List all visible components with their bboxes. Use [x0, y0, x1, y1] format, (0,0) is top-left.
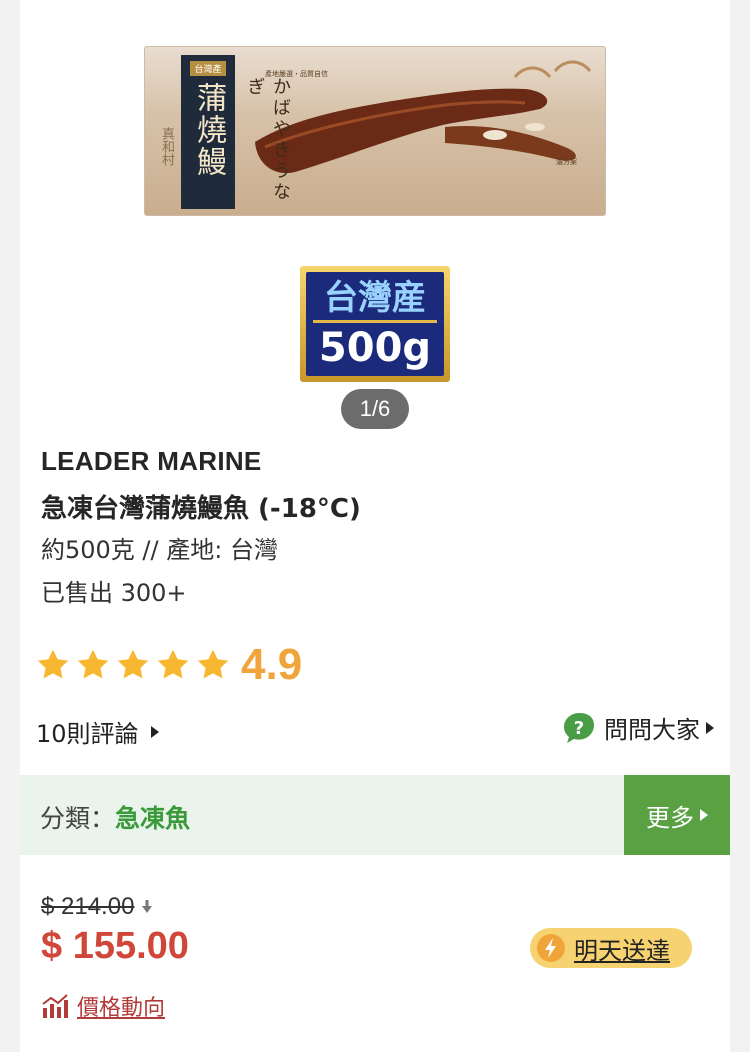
question-bubble-icon: ? — [564, 712, 594, 743]
bar-chart-icon — [42, 994, 68, 1018]
product-title: 急凍台灣蒲燒鰻魚 (-18°C) — [41, 494, 361, 524]
price-trend-link[interactable]: 價格動向 — [41, 990, 165, 1022]
package-title: 蒲燒鰻 — [191, 82, 226, 178]
category-label: 分類： — [40, 804, 116, 833]
caret-right-icon — [700, 809, 708, 821]
package-tag: 台灣產 — [190, 61, 226, 76]
star-icon — [157, 649, 189, 679]
rating-stars: 4.9 — [35, 640, 302, 690]
star-icon — [37, 649, 69, 679]
rating-value: 4.9 — [241, 640, 303, 689]
badge-inner: 台灣産 500g — [306, 272, 444, 376]
product-spec: 約500克 // 產地: 台灣 — [41, 536, 278, 564]
star-icon — [77, 649, 109, 679]
package-right-tag: 濃方案 — [556, 158, 577, 166]
product-card: 真和村 台灣產 蒲燒鰻 かばやきうなぎ 產地嚴選・品質自信 濃方案 台灣産 50… — [20, 0, 730, 1052]
package-label: 台灣產 蒲燒鰻 — [181, 55, 235, 209]
current-price: $ 155.00 — [41, 925, 189, 967]
package-side-text: 真和村 — [159, 127, 174, 166]
brand-name[interactable]: LEADER MARINE — [41, 446, 262, 477]
product-image[interactable]: 真和村 台灣產 蒲燒鰻 かばやきうなぎ 產地嚴選・品質自信 濃方案 — [144, 46, 606, 216]
package-top-tag: 產地嚴選・品質自信 — [265, 70, 328, 78]
origin-weight-badge: 台灣産 500g — [300, 266, 450, 382]
original-price-value: $ 214.00 — [41, 893, 135, 920]
reviews-label: 10則評論 — [36, 720, 139, 748]
star-icon — [117, 649, 149, 679]
delivery-label: 明天送達 — [574, 936, 670, 965]
lightning-icon — [537, 934, 565, 962]
badge-origin: 台灣産 — [324, 277, 426, 318]
more-label: 更多 — [646, 803, 694, 832]
category-text: 分類：急凍魚 — [40, 799, 190, 835]
down-arrow-icon — [142, 900, 153, 913]
star-icon — [197, 649, 229, 679]
category-value[interactable]: 急凍魚 — [115, 804, 190, 833]
svg-text:?: ? — [574, 718, 584, 739]
sold-count: 已售出 300+ — [41, 579, 187, 607]
badge-weight: 500g — [318, 324, 432, 371]
caret-right-icon — [706, 721, 714, 734]
delivery-badge[interactable]: 明天送達 — [530, 928, 692, 968]
original-price: $ 214.00 — [41, 893, 153, 921]
more-button[interactable]: 更多 — [624, 775, 730, 855]
ask-label: 問問大家 — [604, 716, 700, 744]
package-kana: かばやきうなぎ — [244, 77, 291, 203]
reviews-link[interactable]: 10則評論 — [36, 714, 159, 749]
badge-divider — [313, 319, 437, 323]
ask-community-link[interactable]: ? 問問大家 — [562, 710, 714, 745]
category-bar: 分類：急凍魚 更多 — [20, 775, 730, 855]
caret-right-icon — [150, 725, 159, 738]
image-counter: 1/6 — [341, 389, 409, 429]
price-trend-label: 價格動向 — [77, 996, 166, 1021]
